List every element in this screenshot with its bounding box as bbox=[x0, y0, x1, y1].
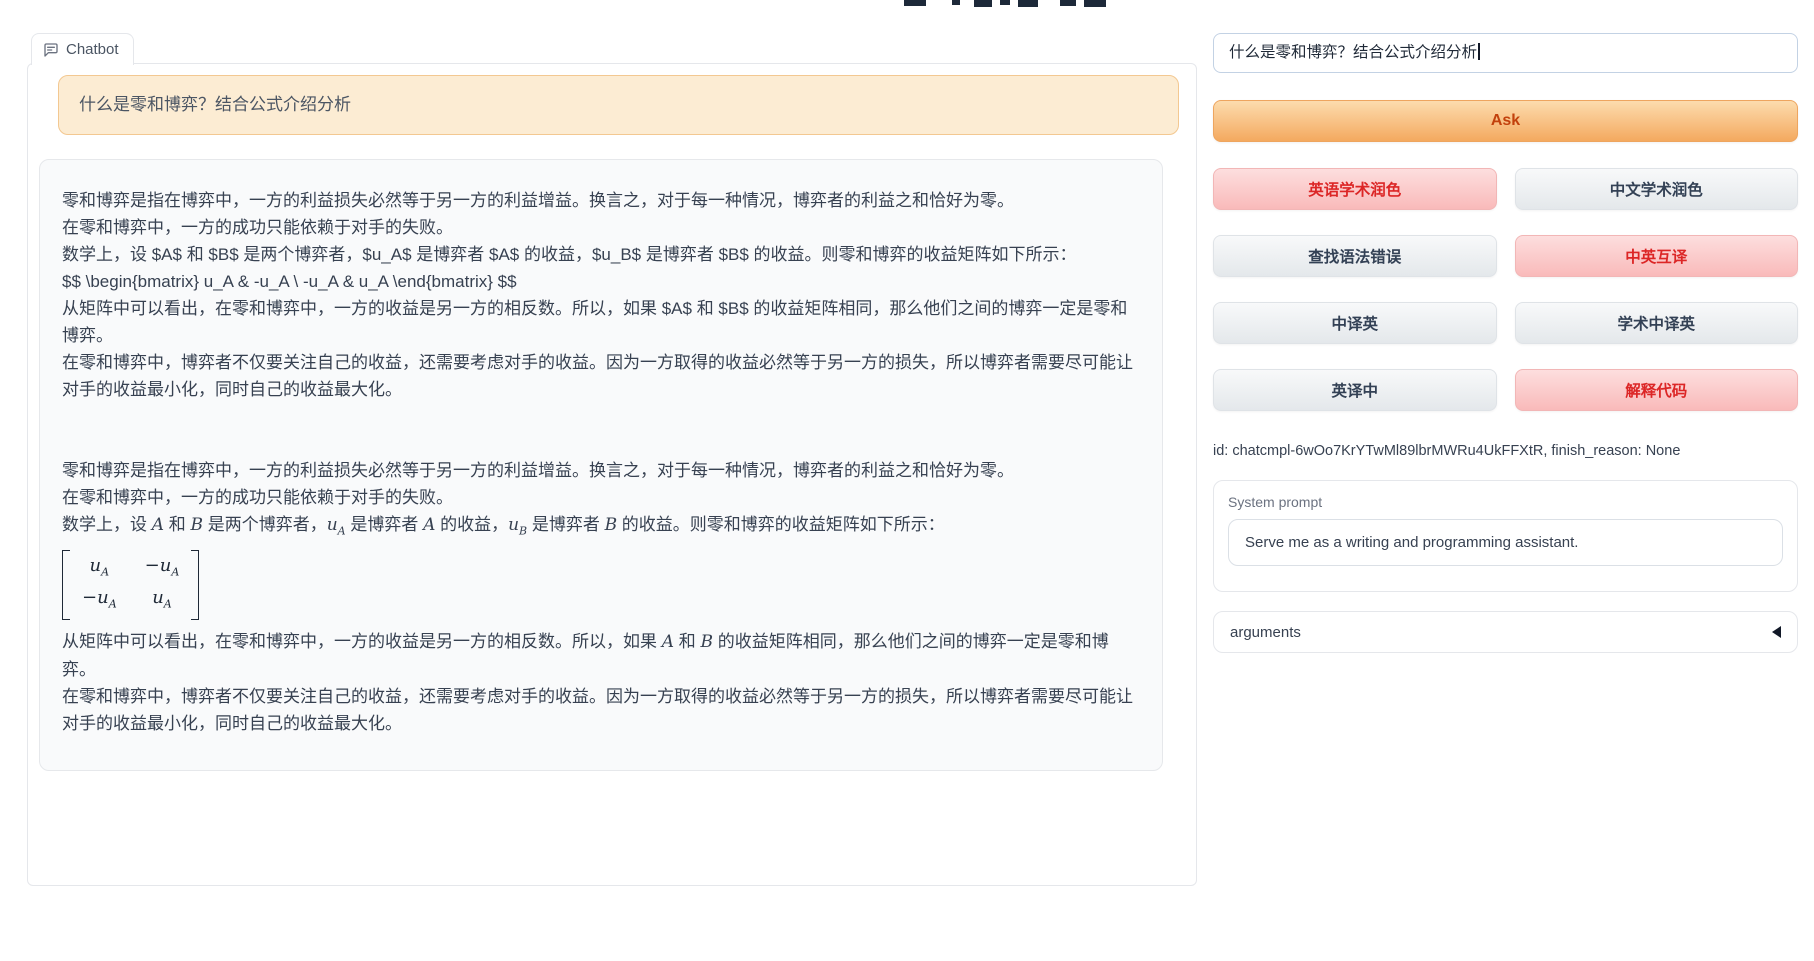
function-button-english-academic-polish[interactable]: 英语学术润色 bbox=[1213, 168, 1497, 210]
function-button-en-to-zh[interactable]: 英译中 bbox=[1213, 369, 1497, 411]
function-button-zh-to-en[interactable]: 中译英 bbox=[1213, 302, 1497, 344]
matrix-entry: uA bbox=[82, 553, 117, 585]
latex-matrix: uA−uA−uAuA bbox=[62, 550, 199, 619]
system-prompt-label: System prompt bbox=[1228, 494, 1783, 510]
chatbot-label-chip: Chatbot bbox=[31, 33, 134, 65]
function-button-find-grammar-errors[interactable]: 查找语法错误 bbox=[1213, 235, 1497, 277]
message-line-with-math: 数学上，设 A 和 B 是两个博弈者，uA 是博弈者 A 的收益，uB 是博弈者… bbox=[62, 511, 1140, 544]
function-button-zh-en-mutual-translate[interactable]: 中英互译 bbox=[1515, 235, 1799, 277]
bot-message-bubble: 零和博弈是指在博弈中，一方的利益损失必然等于另一方的利益增益。换言之，对于每一种… bbox=[39, 159, 1163, 771]
arguments-accordion[interactable]: arguments bbox=[1213, 611, 1798, 653]
message-line: 从矩阵中可以看出，在零和博弈中，一方的收益是另一方的相反数。所以，如果 $A$ … bbox=[62, 295, 1140, 349]
question-input-value: 什么是零和博弈？结合公式介绍分析 bbox=[1229, 44, 1477, 61]
message-line: 数学上，设 $A$ 和 $B$ 是两个博弈者，$u_A$ 是博弈者 $A$ 的收… bbox=[62, 241, 1140, 268]
user-message-bubble: 什么是零和博弈？结合公式介绍分析 bbox=[58, 75, 1179, 135]
chatbot-label: Chatbot bbox=[66, 41, 119, 58]
matrix-left-bracket bbox=[62, 550, 70, 619]
status-line: id: chatcmpl-6wOo7KrYTwMl89lbrMWRu4UkFFX… bbox=[1213, 443, 1798, 459]
message-line: 在零和博弈中，一方的成功只能依赖于对手的失败。 bbox=[62, 214, 1140, 241]
ask-button[interactable]: Ask bbox=[1213, 100, 1798, 142]
chat-bubble-icon bbox=[43, 42, 59, 58]
function-button-explain-code[interactable]: 解释代码 bbox=[1515, 369, 1799, 411]
function-button-academic-zh-to-en[interactable]: 学术中译英 bbox=[1515, 302, 1799, 344]
message-line: 在零和博弈中，博弈者不仅要关注自己的收益，还需要考虑对手的收益。因为一方取得的收… bbox=[62, 349, 1140, 403]
question-input[interactable]: 什么是零和博弈？结合公式介绍分析 bbox=[1213, 33, 1798, 73]
system-prompt-box: System prompt Serve me as a writing and … bbox=[1213, 480, 1798, 592]
matrix-right-bracket bbox=[191, 550, 199, 619]
message-line-with-math: 从矩阵中可以看出，在零和博弈中，一方的收益是另一方的相反数。所以，如果 A 和 … bbox=[62, 628, 1140, 683]
matrix-entry: −uA bbox=[145, 553, 180, 585]
system-prompt-input[interactable]: Serve me as a writing and programming as… bbox=[1228, 519, 1783, 566]
accordion-collapsed-icon bbox=[1772, 626, 1781, 638]
message-line-latex-source: $$ \begin{bmatrix} u_A & -u_A \ -u_A & u… bbox=[62, 268, 1140, 295]
function-button-chinese-academic-polish[interactable]: 中文学术润色 bbox=[1515, 168, 1799, 210]
control-column: 什么是零和博弈？结合公式介绍分析 Ask 英语学术润色中文学术润色查找语法错误中… bbox=[1213, 0, 1798, 961]
message-line: 在零和博弈中，一方的成功只能依赖于对手的失败。 bbox=[62, 484, 1140, 511]
text-caret bbox=[1478, 43, 1480, 60]
message-line: 在零和博弈中，博弈者不仅要关注自己的收益，还需要考虑对手的收益。因为一方取得的收… bbox=[62, 683, 1140, 737]
bot-raw-latex-block: 零和博弈是指在博弈中，一方的利益损失必然等于另一方的利益增益。换言之，对于每一种… bbox=[62, 187, 1140, 403]
bot-rendered-latex-block: 零和博弈是指在博弈中，一方的利益损失必然等于另一方的利益增益。换言之，对于每一种… bbox=[62, 457, 1140, 737]
matrix-entry: uA bbox=[145, 585, 180, 617]
chatbot-panel: 什么是零和博弈？结合公式介绍分析 零和博弈是指在博弈中，一方的利益损失必然等于另… bbox=[27, 63, 1197, 886]
message-line: 零和博弈是指在博弈中，一方的利益损失必然等于另一方的利益增益。换言之，对于每一种… bbox=[62, 187, 1140, 214]
matrix-entry: −uA bbox=[82, 585, 117, 617]
message-line: 零和博弈是指在博弈中，一方的利益损失必然等于另一方的利益增益。换言之，对于每一种… bbox=[62, 457, 1140, 484]
accordion-label: arguments bbox=[1230, 624, 1301, 641]
function-button-grid: 英语学术润色中文学术润色查找语法错误中英互译中译英学术中译英英译中解释代码 bbox=[1213, 168, 1798, 411]
user-message-text: 什么是零和博弈？结合公式介绍分析 bbox=[79, 95, 351, 114]
system-prompt-value: Serve me as a writing and programming as… bbox=[1245, 534, 1578, 551]
clipped-page-title bbox=[900, 0, 1140, 9]
